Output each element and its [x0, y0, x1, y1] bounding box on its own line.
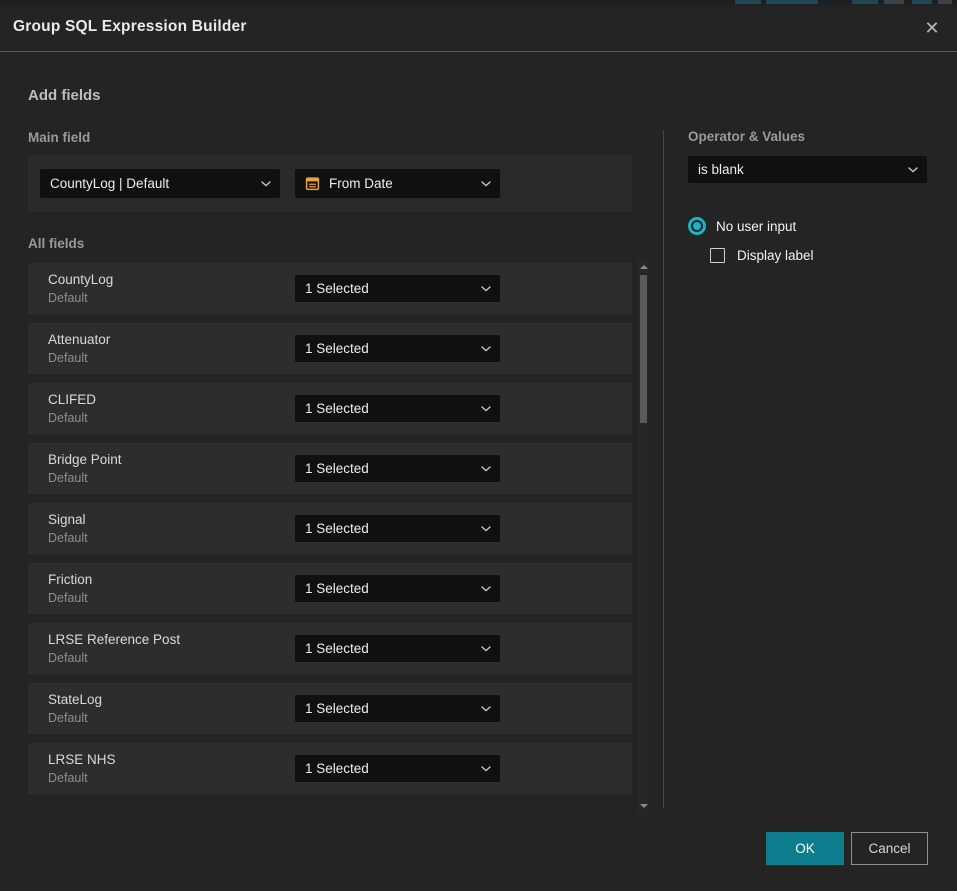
background-fragment: [884, 0, 904, 4]
display-label-checkbox[interactable]: Display label: [710, 248, 814, 263]
chevron-down-icon: [481, 181, 491, 187]
field-selection-value: 1 Selected: [305, 641, 369, 656]
screen: Group SQL Expression Builder ✕ Add field…: [0, 0, 957, 891]
chevron-down-icon: [481, 646, 491, 652]
field-selection-dropdown[interactable]: 1 Selected: [295, 695, 500, 722]
background-fragment: [938, 0, 952, 4]
no-user-input-radio[interactable]: No user input: [688, 217, 796, 235]
field-name: Bridge Point: [48, 452, 122, 467]
field-selection-value: 1 Selected: [305, 701, 369, 716]
field-selection-dropdown[interactable]: 1 Selected: [295, 395, 500, 422]
main-field-field-value: From Date: [329, 176, 393, 191]
field-selection-dropdown[interactable]: 1 Selected: [295, 635, 500, 662]
scroll-up-icon[interactable]: [640, 265, 648, 269]
field-selection-value: 1 Selected: [305, 461, 369, 476]
background-fragment: [912, 0, 932, 4]
operator-dropdown[interactable]: is blank: [688, 156, 927, 183]
field-sublabel: Default: [48, 411, 88, 425]
background-fragment: [766, 0, 818, 4]
field-sublabel: Default: [48, 531, 88, 545]
field-selection-value: 1 Selected: [305, 341, 369, 356]
field-selection-dropdown[interactable]: 1 Selected: [295, 515, 500, 542]
background-fragment: [852, 0, 878, 4]
field-name: Attenuator: [48, 332, 110, 347]
no-user-input-label: No user input: [716, 219, 796, 234]
all-fields-list: CountyLog Default 1 Selected Attenuator …: [28, 263, 632, 803]
field-selection-value: 1 Selected: [305, 581, 369, 596]
field-row: CountyLog Default 1 Selected: [28, 263, 632, 314]
close-icon[interactable]: ✕: [920, 16, 944, 40]
field-name: CLIFED: [48, 392, 96, 407]
chevron-down-icon: [481, 706, 491, 712]
field-selection-dropdown[interactable]: 1 Selected: [295, 755, 500, 782]
field-row: StateLog Default 1 Selected: [28, 683, 632, 734]
field-sublabel: Default: [48, 471, 88, 485]
heading-add-fields: Add fields: [28, 87, 101, 104]
field-row: Attenuator Default 1 Selected: [28, 323, 632, 374]
main-field-field-dropdown[interactable]: From Date: [295, 169, 500, 198]
operator-value: is blank: [698, 162, 744, 177]
field-name: Signal: [48, 512, 86, 527]
main-field-source-value: CountyLog | Default: [50, 176, 169, 191]
field-selection-value: 1 Selected: [305, 281, 369, 296]
panel-divider: [663, 130, 664, 808]
field-sublabel: Default: [48, 651, 88, 665]
heading-main-field: Main field: [28, 130, 90, 145]
background-fragment: [735, 0, 761, 4]
field-name: LRSE NHS: [48, 752, 116, 767]
chevron-down-icon: [481, 346, 491, 352]
field-name: CountyLog: [48, 272, 113, 287]
main-field-source-dropdown[interactable]: CountyLog | Default: [40, 169, 280, 198]
display-label-text: Display label: [737, 248, 814, 263]
cancel-button[interactable]: Cancel: [851, 832, 928, 865]
field-sublabel: Default: [48, 591, 88, 605]
field-sublabel: Default: [48, 351, 88, 365]
field-name: LRSE Reference Post: [48, 632, 180, 647]
heading-all-fields: All fields: [28, 236, 84, 251]
field-selection-value: 1 Selected: [305, 761, 369, 776]
chevron-down-icon: [481, 466, 491, 472]
heading-operator-values: Operator & Values: [688, 129, 805, 144]
field-row: LRSE Reference Post Default 1 Selected: [28, 623, 632, 674]
calendar-icon: [305, 176, 320, 191]
chevron-down-icon: [261, 181, 271, 187]
field-selection-dropdown[interactable]: 1 Selected: [295, 575, 500, 602]
list-scrollbar[interactable]: [638, 258, 649, 815]
field-selection-dropdown[interactable]: 1 Selected: [295, 335, 500, 362]
field-sublabel: Default: [48, 291, 88, 305]
scroll-down-icon[interactable]: [640, 804, 648, 808]
group-sql-expression-builder-dialog: Group SQL Expression Builder ✕ Add field…: [0, 5, 957, 891]
dialog-title: Group SQL Expression Builder: [13, 18, 247, 36]
chevron-down-icon: [481, 766, 491, 772]
field-row: LRSE NHS Default 1 Selected: [28, 743, 632, 794]
chevron-down-icon: [481, 586, 491, 592]
field-name: Friction: [48, 572, 92, 587]
chevron-down-icon: [481, 406, 491, 412]
field-row: Signal Default 1 Selected: [28, 503, 632, 554]
field-selection-value: 1 Selected: [305, 401, 369, 416]
field-row: Bridge Point Default 1 Selected: [28, 443, 632, 494]
checkbox-unchecked-icon: [710, 248, 725, 263]
field-name: StateLog: [48, 692, 102, 707]
main-field-panel: CountyLog | Default From Date: [28, 155, 632, 212]
radio-selected-icon: [688, 217, 706, 235]
chevron-down-icon: [481, 286, 491, 292]
chevron-down-icon: [908, 167, 918, 173]
dialog-titlebar: Group SQL Expression Builder ✕: [0, 5, 957, 52]
scroll-thumb[interactable]: [640, 275, 647, 423]
field-row: CLIFED Default 1 Selected: [28, 383, 632, 434]
field-sublabel: Default: [48, 771, 88, 785]
field-selection-value: 1 Selected: [305, 521, 369, 536]
chevron-down-icon: [481, 526, 491, 532]
field-selection-dropdown[interactable]: 1 Selected: [295, 275, 500, 302]
field-row: Friction Default 1 Selected: [28, 563, 632, 614]
field-sublabel: Default: [48, 711, 88, 725]
field-selection-dropdown[interactable]: 1 Selected: [295, 455, 500, 482]
ok-button[interactable]: OK: [766, 832, 844, 865]
